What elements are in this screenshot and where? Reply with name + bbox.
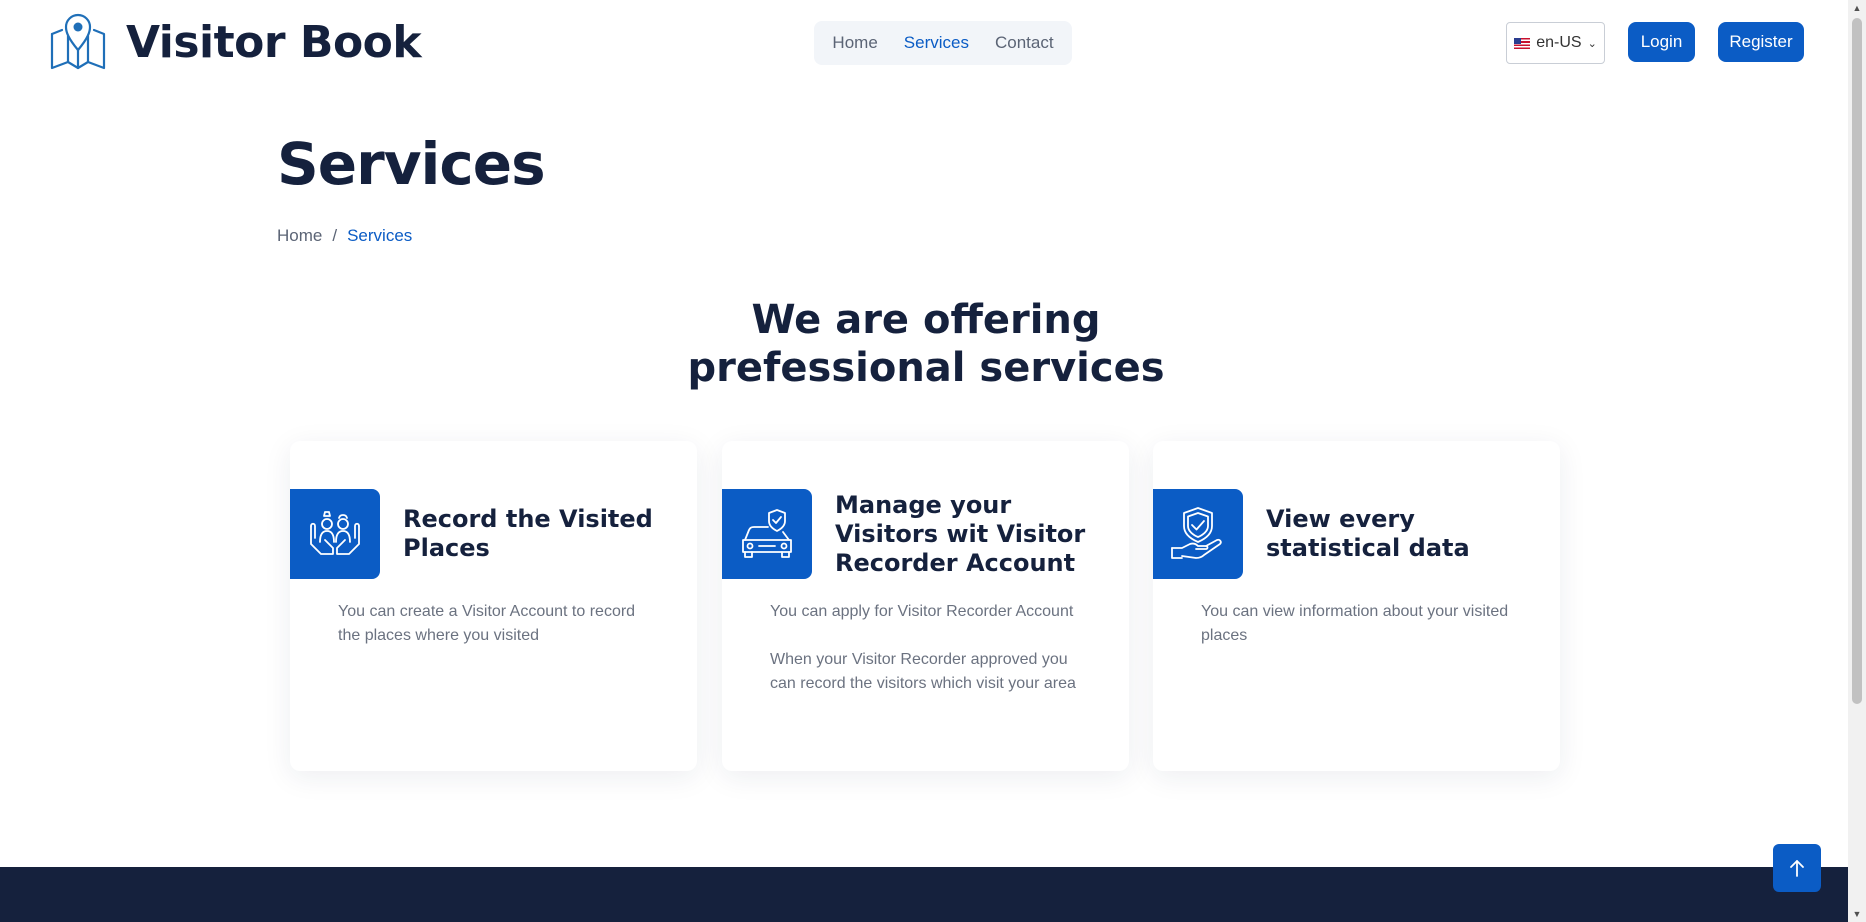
section-title-line1: We are offering: [751, 297, 1101, 343]
service-card: View every statistical data You can view…: [1153, 441, 1560, 771]
page-scrollbar[interactable]: ▲ ▼: [1848, 0, 1866, 922]
nav-home[interactable]: Home: [832, 33, 877, 53]
login-button[interactable]: Login: [1628, 22, 1695, 62]
section-title: We are offering prefessional services: [0, 296, 1852, 392]
us-flag-icon: [1514, 37, 1531, 49]
card-text-line: You can create a Visitor Account to reco…: [338, 603, 636, 644]
card-text-line: When your Visitor Recorder approved you …: [770, 651, 1076, 692]
hands-people-icon: [310, 511, 360, 555]
card-description: You can view information about your visi…: [1201, 600, 1521, 648]
scrollbar-thumb[interactable]: [1852, 18, 1862, 704]
card-description: You can apply for Visitor Recorder Accou…: [770, 600, 1090, 696]
car-shield-icon: [742, 509, 792, 558]
breadcrumb-separator: /: [332, 226, 338, 245]
chevron-down-icon: ⌄: [1587, 37, 1597, 50]
card-title: Manage your Visitors wit Visitor Recorde…: [835, 490, 1086, 577]
card-icon-box: [290, 489, 380, 579]
breadcrumb-current: Services: [347, 226, 413, 245]
card-title: Record the Visited Places: [403, 505, 653, 562]
card-icon-box: [722, 489, 812, 579]
map-pin-book-icon: [50, 13, 106, 70]
main-nav: Home Services Contact: [814, 21, 1072, 65]
service-card: Record the Visited Places You can create…: [290, 441, 697, 771]
hand-shield-icon: [1171, 507, 1222, 559]
arrow-up-icon: [1790, 860, 1804, 877]
breadcrumb-home[interactable]: Home: [277, 226, 322, 246]
card-description: You can create a Visitor Account to reco…: [338, 600, 658, 648]
page-title: Services: [277, 130, 546, 198]
section-title-line2: prefessional services: [687, 345, 1165, 391]
brand-logo[interactable]: Visitor Book: [46, 10, 422, 74]
site-footer: [0, 867, 1848, 922]
nav-services[interactable]: Services: [904, 33, 969, 53]
brand-name: Visitor Book: [126, 16, 422, 68]
site-header: Visitor Book Home Services Contact en-US…: [0, 0, 1848, 84]
register-button[interactable]: Register: [1718, 22, 1804, 62]
language-value: en-US: [1536, 34, 1582, 51]
language-select[interactable]: en-US ⌄: [1506, 22, 1605, 64]
scroll-to-top-button[interactable]: [1773, 844, 1821, 892]
breadcrumb: Home / Services: [277, 226, 412, 246]
service-card: Manage your Visitors wit Visitor Recorde…: [722, 441, 1129, 771]
card-title: View every statistical data: [1266, 505, 1470, 562]
scroll-up-arrow-icon[interactable]: ▲: [1848, 0, 1866, 16]
nav-contact[interactable]: Contact: [995, 33, 1054, 53]
scroll-down-arrow-icon[interactable]: ▼: [1848, 906, 1866, 922]
card-text-line: You can view information about your visi…: [1201, 603, 1509, 644]
card-icon-box: [1153, 489, 1243, 579]
card-text-line: You can apply for Visitor Recorder Accou…: [770, 603, 1074, 620]
